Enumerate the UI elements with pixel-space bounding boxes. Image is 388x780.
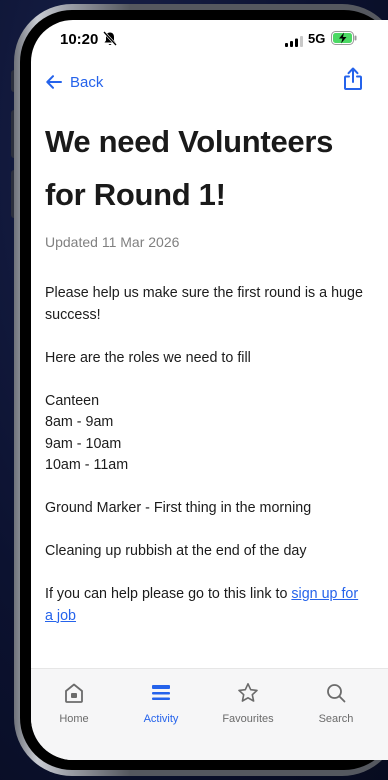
- battery-charging-icon: [331, 31, 357, 50]
- tab-bar: Home Activity Favourites Search: [31, 668, 388, 760]
- home-icon: [65, 683, 83, 703]
- cta-text: If you can help please go to this link t…: [45, 586, 292, 602]
- list-icon: [152, 685, 170, 700]
- page-title: We need Volunteers for Round 1!: [45, 124, 334, 212]
- roles-intro: Here are the roles we need to fill: [45, 349, 251, 366]
- canteen-heading: Canteen: [45, 392, 100, 409]
- tab-label: Favourites: [222, 713, 274, 725]
- star-icon: [238, 683, 258, 702]
- tab-search[interactable]: Search: [296, 669, 376, 739]
- ground-marker-role: Ground Marker - First thing in the morni…: [45, 500, 312, 516]
- tab-home[interactable]: Home: [34, 669, 114, 739]
- updated-date: Updated 11 Mar 2026: [45, 234, 180, 250]
- article-body: Please help us make sure the first round…: [45, 283, 363, 627]
- back-label: Back: [70, 73, 104, 91]
- signal-icon: [285, 34, 303, 52]
- navigation-bar: Back: [31, 64, 388, 100]
- tab-label: Search: [318, 713, 354, 725]
- tab-activity[interactable]: Activity: [121, 669, 201, 739]
- share-button[interactable]: [343, 67, 363, 96]
- search-icon: [327, 684, 346, 703]
- arrow-left-icon: [46, 75, 62, 89]
- status-bar: 10:20 5G: [31, 20, 388, 64]
- network-type: 5G: [308, 31, 326, 46]
- canteen-slot: 10am - 11am: [45, 457, 129, 473]
- share-icon: [344, 67, 362, 90]
- cta-paragraph: If you can help please go to this link t…: [45, 584, 363, 627]
- canteen-slot: 9am - 10am: [45, 435, 122, 452]
- cleanup-role: Cleaning up rubbish at the end of the da…: [45, 543, 307, 559]
- tab-favourites[interactable]: Favourites: [208, 669, 288, 739]
- canteen-slot: 8am - 9am: [45, 414, 114, 430]
- bell-muted-icon: [103, 31, 117, 52]
- intro-paragraph: Please help us make sure the first round…: [45, 285, 363, 323]
- status-time: 10:20: [60, 31, 99, 48]
- tab-label: Activity: [143, 713, 179, 725]
- tab-label: Home: [59, 713, 89, 725]
- back-button[interactable]: Back: [46, 68, 103, 96]
- phone-screen: 10:20 5G Back We need Volunteers for Rou…: [31, 20, 388, 760]
